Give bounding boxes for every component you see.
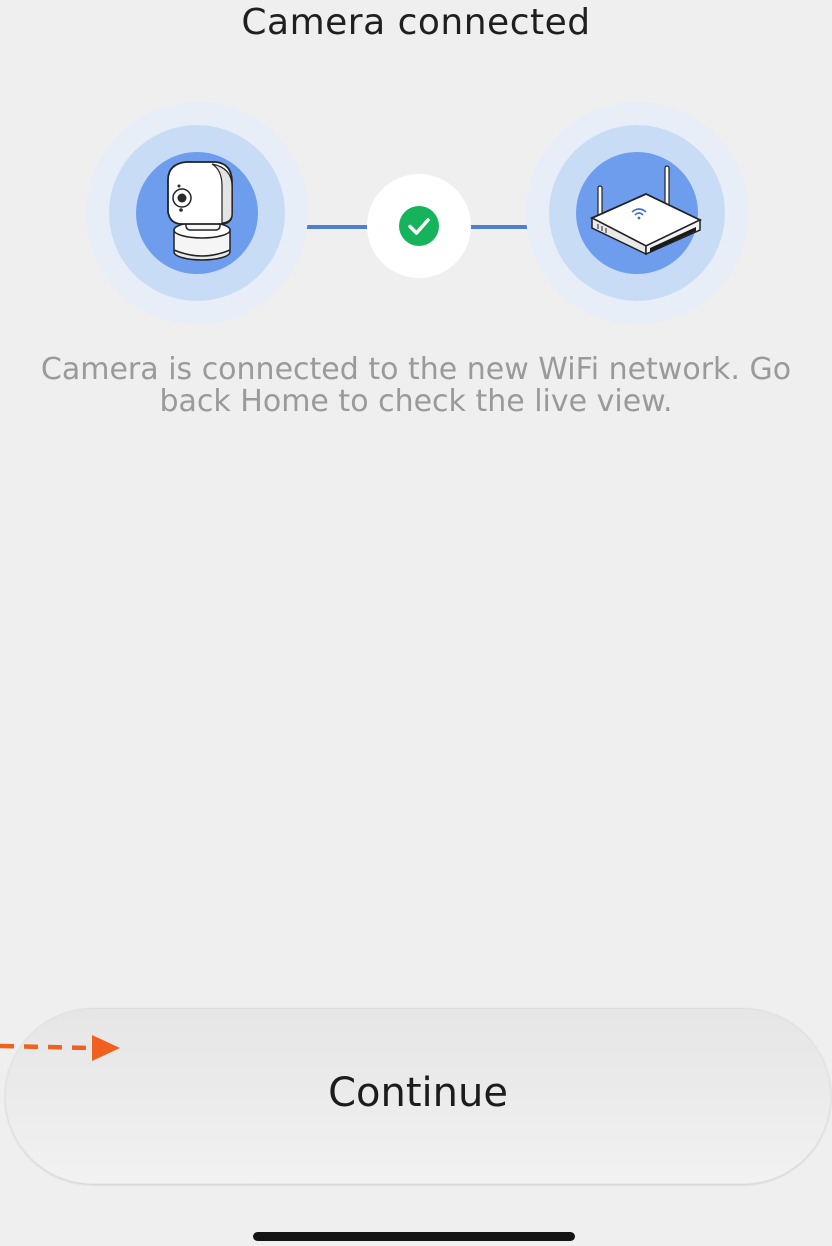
security-camera-icon (167, 161, 233, 261)
camera-connected-screen: Camera connected Camera is connected to … (0, 0, 832, 1246)
continue-button-label: Continue (328, 1070, 508, 1116)
camera-device-badge (86, 102, 308, 324)
page-title: Camera connected (241, 2, 591, 43)
router-device-badge (526, 102, 748, 324)
check-circle-icon (399, 206, 439, 246)
connection-message: Camera is connected to the new WiFi netw… (40, 352, 792, 419)
connection-diagram (0, 102, 832, 326)
link-line-right (470, 225, 528, 229)
wifi-router-icon (589, 165, 703, 256)
dashed-arrow-icon (0, 1035, 120, 1061)
connection-status-badge (367, 174, 471, 278)
continue-button[interactable]: Continue (5, 1008, 831, 1184)
link-line-left (306, 225, 368, 229)
home-indicator[interactable] (253, 1232, 575, 1241)
